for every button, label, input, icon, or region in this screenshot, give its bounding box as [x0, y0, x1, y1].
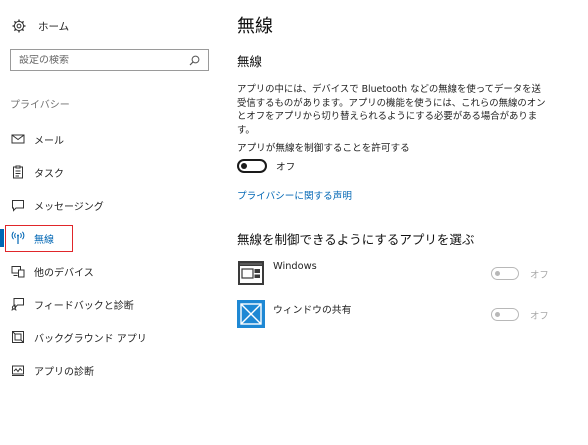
other-devices-icon	[11, 266, 25, 278]
toggle-knob	[494, 270, 500, 276]
sidebar-item-label: アプリの診断	[34, 367, 94, 378]
privacy-statement-link[interactable]: プライバシーに関する声明	[237, 188, 352, 202]
window-share-radio-toggle[interactable]	[491, 308, 519, 321]
active-indicator	[0, 229, 4, 247]
sidebar-item-tasks[interactable]: タスク	[0, 161, 225, 183]
sidebar-item-label: 他のデバイス	[34, 268, 94, 279]
windows-radio-toggle[interactable]	[491, 267, 519, 280]
message-envelope-icon	[11, 134, 25, 144]
sidebar-item-label: バックグラウンド アプリ	[34, 334, 147, 345]
app-diagnostics-icon	[12, 365, 24, 376]
sidebar-item-label: メール	[34, 136, 64, 147]
page-title: 無線	[237, 16, 273, 37]
sidebar-item-other-devices[interactable]: 他のデバイス	[0, 260, 225, 282]
toggle-knob	[241, 163, 247, 169]
allow-radio-control-row: オフ	[237, 158, 295, 174]
section-title: 無線	[237, 54, 263, 69]
apps-section-heading: 無線を制御できるようにするアプリを選ぶ	[237, 232, 475, 247]
description-text: アプリの中には、デバイスで Bluetooth などの無線を使ってデータを送受信…	[237, 84, 546, 136]
feedback-icon	[11, 298, 24, 311]
tasks-icon	[13, 165, 23, 179]
radio-antenna-icon	[11, 231, 25, 244]
app-name: ウィンドウの共有	[273, 305, 352, 316]
app-name: Windows	[273, 261, 317, 272]
app-row-windows: Windows オフ	[237, 259, 582, 289]
sidebar: ホーム プライバシー メール	[0, 0, 225, 445]
window-share-app-icon	[237, 300, 265, 328]
home-nav-item[interactable]: ホーム	[12, 17, 69, 35]
messaging-icon	[12, 200, 24, 212]
search-icon[interactable]	[189, 55, 200, 66]
sidebar-item-background-apps[interactable]: バックグラウンド アプリ	[0, 326, 225, 348]
allow-radio-control-label: アプリが無線を制御することを許可する	[237, 143, 410, 154]
privacy-section-label: プライバシー	[10, 100, 70, 111]
windows-app-icon	[238, 261, 264, 285]
settings-window: ホーム プライバシー メール	[0, 0, 588, 445]
search-box[interactable]	[10, 49, 209, 71]
search-input[interactable]	[19, 54, 189, 66]
home-label: ホーム	[38, 20, 70, 33]
app-row-window-share: ウィンドウの共有 オフ	[237, 300, 582, 330]
toggle-state-label: オフ	[276, 162, 296, 173]
background-apps-icon	[12, 331, 24, 343]
allow-radio-control-toggle[interactable]	[237, 159, 267, 173]
sidebar-item-label: 無線	[34, 235, 54, 246]
sidebar-item-messaging[interactable]: メッセージング	[0, 194, 225, 216]
sidebar-item-app-diagnostics[interactable]: アプリの診断	[0, 359, 225, 381]
gear-icon	[12, 19, 26, 33]
sidebar-item-feedback[interactable]: フィードバックと診断	[0, 293, 225, 315]
sidebar-item-email[interactable]: メール	[0, 128, 225, 150]
sidebar-item-radios[interactable]: 無線	[0, 225, 225, 252]
app-toggle-state: オフ	[530, 311, 549, 322]
sidebar-item-label: フィードバックと診断	[34, 301, 134, 312]
app-toggle-state: オフ	[530, 270, 549, 281]
toggle-knob	[494, 311, 500, 317]
sidebar-item-label: タスク	[34, 169, 64, 180]
sidebar-item-label: メッセージング	[34, 202, 104, 213]
